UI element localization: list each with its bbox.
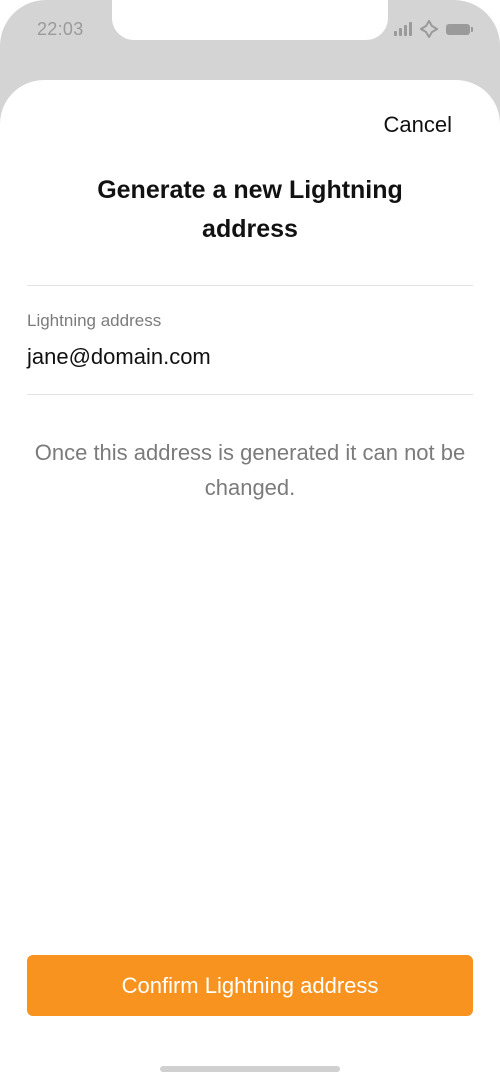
info-text: Once this address is generated it can no… (34, 440, 466, 500)
lightning-address-value: jane@domain.com (27, 344, 211, 369)
divider-top (27, 285, 473, 286)
status-icons (394, 20, 473, 38)
cancel-button[interactable]: Cancel (384, 112, 452, 138)
signal-icon (394, 22, 412, 36)
page-title: Generate a new Lightning address (97, 176, 403, 243)
battery-icon (446, 23, 473, 35)
lightning-address-field: Lightning address jane@domain.com (27, 287, 473, 394)
modal-sheet: Cancel Generate a new Lightning address … (0, 80, 500, 1083)
status-time: 22:03 (37, 19, 84, 39)
location-icon (420, 20, 438, 38)
device-notch (112, 0, 388, 40)
home-indicator (160, 1066, 340, 1072)
confirm-lightning-address-button[interactable]: Confirm Lightning address (27, 955, 473, 1016)
phone-screen: 22:03 Cancel Generate a new Lightning ad… (0, 0, 500, 1083)
lightning-address-label: Lightning address (27, 311, 162, 330)
divider-bottom (27, 394, 473, 395)
